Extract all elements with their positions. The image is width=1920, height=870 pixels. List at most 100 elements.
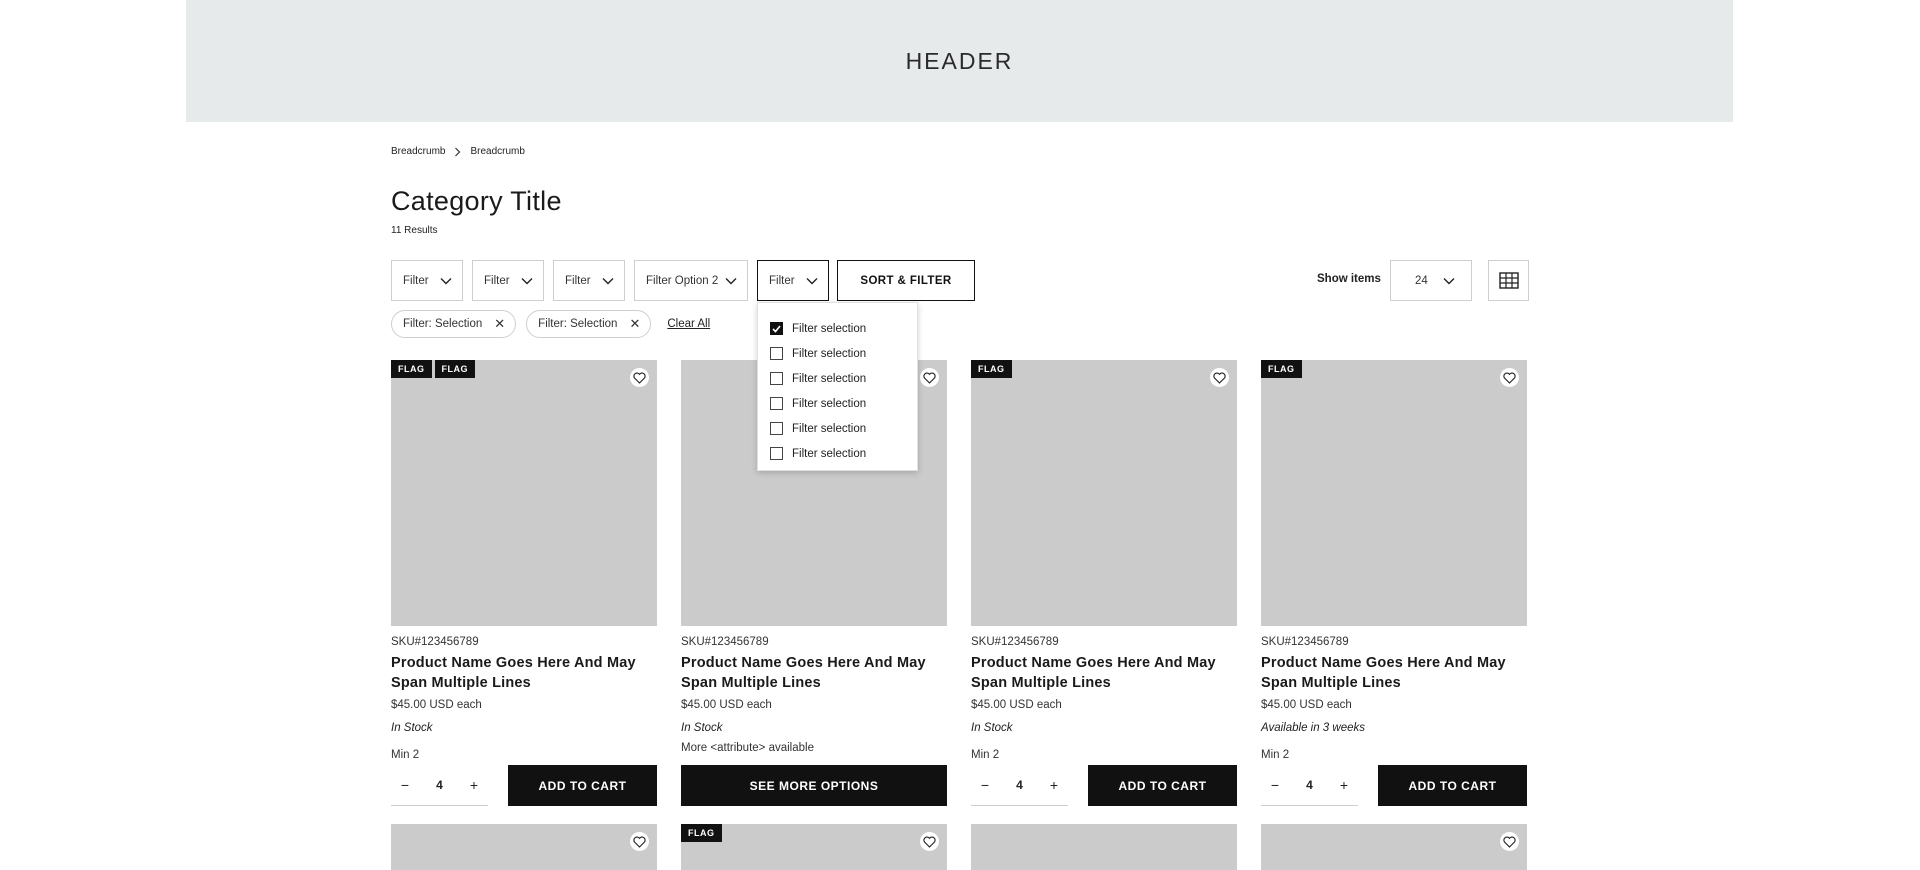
checkbox-checked[interactable] [770,322,783,335]
filter-label: Filter [769,274,795,287]
filter-option[interactable]: Filter selection [758,416,917,441]
filter-option[interactable]: Filter selection [758,366,917,391]
filter-label: Filter Option 2 [646,274,719,287]
add-to-cart-button[interactable]: ADD TO CART [1378,765,1527,806]
product-name[interactable]: Product Name Goes Here And May Span Mult… [1261,654,1527,693]
flags: FLAG [971,360,1015,378]
filter-dropdown-2[interactable]: Filter [472,260,544,301]
product-image[interactable]: FLAG [681,824,947,870]
filter-dropdown-3[interactable]: Filter [553,260,625,301]
breadcrumb-item[interactable]: Breadcrumb [391,146,445,157]
product-price: $45.00 USD each [971,699,1062,711]
minus-icon[interactable]: − [1268,777,1282,793]
min-quantity: Min 2 [391,749,420,761]
active-filters: Filter: Selection ✕ Filter: Selection ✕ … [391,310,710,338]
chevron-down-icon [602,277,614,284]
show-items-select[interactable]: 24 [1390,260,1472,301]
plus-icon[interactable]: + [1047,777,1061,793]
product-sku: SKU#123456789 [681,636,769,648]
stock-status: Available in 3 weeks [1261,722,1365,734]
heart-icon[interactable] [630,368,649,387]
add-to-cart-button[interactable]: ADD TO CART [1088,765,1237,806]
filter-chip[interactable]: Filter: Selection ✕ [391,310,517,338]
product-image[interactable]: FLAG [971,360,1237,626]
flags: FLAG [1261,360,1305,378]
heart-icon[interactable] [1210,368,1229,387]
filter-option-label: Filter selection [792,422,867,435]
product-image[interactable] [971,824,1237,870]
filter-dropdown-1[interactable]: Filter [391,260,463,301]
product-image[interactable]: FLAG [1261,360,1527,626]
close-icon[interactable]: ✕ [629,317,640,330]
filter-chip[interactable]: Filter: Selection ✕ [526,310,652,338]
checkbox[interactable] [770,447,783,460]
filter-option-label: Filter selection [792,322,867,335]
product-image[interactable] [1261,824,1527,870]
filter-option[interactable]: Filter selection [758,441,917,466]
plus-icon[interactable]: + [467,777,481,793]
product-name[interactable]: Product Name Goes Here And May Span Mult… [391,654,657,693]
checkbox[interactable] [770,347,783,360]
see-more-options-button[interactable]: SEE MORE OPTIONS [681,765,947,806]
minus-icon[interactable]: − [398,777,412,793]
breadcrumb-item[interactable]: Breadcrumb [470,146,524,157]
quantity-stepper: − 4 + [391,765,488,806]
flags: FLAG FLAG [391,360,478,378]
chevron-right-icon [454,147,461,157]
product-card: FLAG SKU#123456789 Product Name Goes Her… [1261,360,1527,806]
min-quantity: Min 2 [971,749,1000,761]
product-price: $45.00 USD each [681,699,772,711]
close-icon[interactable]: ✕ [494,317,505,330]
product-sku: SKU#123456789 [391,636,479,648]
product-image[interactable]: FLAG FLAG [391,360,657,626]
min-quantity: Min 2 [1261,749,1290,761]
checkbox[interactable] [770,422,783,435]
flag-badge: FLAG [1261,360,1302,378]
heart-icon[interactable] [630,832,649,851]
quantity-stepper: − 4 + [971,765,1068,806]
grid-view-icon [1498,272,1519,289]
filter-dropdown-4[interactable]: Filter Option 2 [634,260,748,301]
heart-icon[interactable] [920,368,939,387]
minus-icon[interactable]: − [978,777,992,793]
product-name[interactable]: Product Name Goes Here And May Span Mult… [681,654,947,693]
add-to-cart-button[interactable]: ADD TO CART [508,765,657,806]
plus-icon[interactable]: + [1337,777,1351,793]
filter-option[interactable]: Filter selection [758,316,917,341]
heart-icon[interactable] [920,832,939,851]
filter-label: Filter [484,274,510,287]
filter-dropdown-5[interactable]: Filter [757,260,829,301]
filter-option[interactable]: Filter selection [758,391,917,416]
quantity-value[interactable]: 4 [1306,778,1313,792]
filter-option[interactable]: Filter selection [758,341,917,366]
chip-label: Filter: Selection [403,318,483,330]
product-sku: SKU#123456789 [1261,636,1349,648]
checkbox[interactable] [770,397,783,410]
checkbox[interactable] [770,372,783,385]
chevron-down-icon [1443,277,1455,284]
quantity-value[interactable]: 4 [436,778,443,792]
product-card: FLAG FLAG SKU#123456789 Product Name Goe… [391,360,657,806]
filter-label: Filter [403,274,429,287]
product-price: $45.00 USD each [391,699,482,711]
grid-view-toggle[interactable] [1488,260,1529,301]
filter-label: Filter [565,274,591,287]
header-label: HEADER [905,47,1014,74]
sort-filter-button[interactable]: SORT & FILTER [837,260,975,301]
heart-icon[interactable] [1500,832,1519,851]
clear-all-link[interactable]: Clear All [667,318,710,330]
heart-icon[interactable] [1500,368,1519,387]
chevron-down-icon [521,277,533,284]
stock-status: In Stock [971,722,1013,734]
site-header: HEADER [186,0,1733,122]
chevron-down-icon [725,277,737,284]
product-name[interactable]: Product Name Goes Here And May Span Mult… [971,654,1237,693]
flag-badge: FLAG [391,360,432,378]
product-image[interactable] [391,824,657,870]
filter-option-label: Filter selection [792,447,867,460]
quantity-value[interactable]: 4 [1016,778,1023,792]
filter-option-label: Filter selection [792,397,867,410]
chip-label: Filter: Selection [538,318,618,330]
chevron-down-icon [806,277,818,284]
product-price: $45.00 USD each [1261,699,1352,711]
